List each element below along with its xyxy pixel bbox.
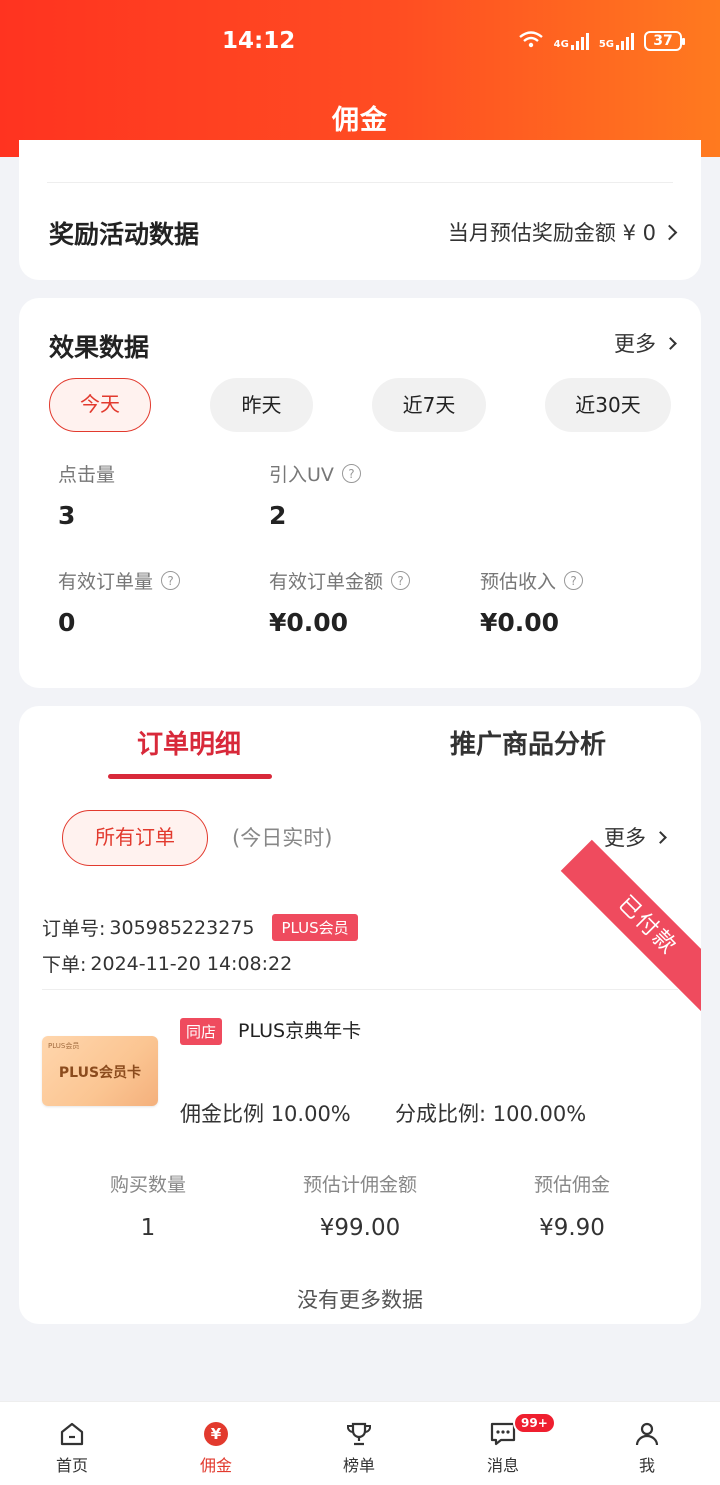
range-7days[interactable]: 近7天 bbox=[372, 378, 486, 432]
stat-value: ¥9.90 bbox=[539, 1215, 605, 1241]
nav-label: 消息 bbox=[486, 1456, 519, 1475]
stat-label: 预估计佣金额 bbox=[302, 1174, 417, 1196]
metric-label: 有效订单量 bbox=[58, 571, 154, 593]
signal-5g-icon: 5G bbox=[599, 32, 634, 50]
nav-label: 我 bbox=[638, 1456, 655, 1475]
range-30days[interactable]: 近30天 bbox=[545, 378, 671, 432]
store-badge: 同店 bbox=[180, 1018, 223, 1045]
nav-me[interactable]: 我 bbox=[602, 1402, 692, 1476]
chevron-right-icon bbox=[661, 224, 678, 240]
product-image-brand: PLUS会员 bbox=[48, 1042, 80, 1050]
stat-commissionable-amount: 预估计佣金额 ¥99.00 bbox=[260, 1170, 460, 1241]
stat-est-commission: 预估佣金 ¥9.90 bbox=[472, 1170, 672, 1241]
share-rate-value: 100.00% bbox=[492, 1102, 587, 1126]
metric-value: 2 bbox=[269, 501, 287, 530]
effect-title: 效果数据 bbox=[49, 333, 150, 362]
order-number-label: 订单号: bbox=[42, 918, 106, 940]
order-number[interactable]: 305985223275 bbox=[109, 917, 254, 939]
metric-est-income: 预估收入? ¥0.00 bbox=[480, 567, 584, 637]
tab-order-details[interactable]: 订单明细 bbox=[137, 724, 241, 761]
divider bbox=[42, 989, 678, 990]
home-icon bbox=[27, 1416, 117, 1452]
product-name[interactable]: PLUS京典年卡 bbox=[238, 1016, 361, 1043]
help-icon[interactable]: ? bbox=[341, 464, 361, 483]
nav-commission[interactable]: ¥ 佣金 bbox=[171, 1402, 261, 1476]
status-icons: 4G 5G 37 bbox=[518, 30, 685, 51]
commission-rate-value: 10.00% bbox=[270, 1102, 351, 1126]
share-rate-label: 分成比例: bbox=[395, 1102, 487, 1126]
divider bbox=[47, 182, 673, 183]
effect-more-button[interactable]: 更多 bbox=[614, 328, 677, 358]
bottom-nav: 首页 ¥ 佣金 榜单 99+ 消息 我 bbox=[0, 1401, 720, 1485]
more-label: 更多 bbox=[604, 826, 646, 850]
order-time-row: 下单: 2024-11-20 14:08:22 bbox=[42, 950, 292, 977]
help-icon[interactable]: ? bbox=[564, 571, 584, 590]
commission-rate: 佣金比例 10.00% bbox=[180, 1098, 351, 1128]
message-count-badge: 99+ bbox=[513, 1412, 556, 1434]
metric-value: ¥0.00 bbox=[269, 608, 349, 637]
orders-more-button[interactable]: 更多 bbox=[604, 822, 667, 852]
profile-icon bbox=[602, 1416, 692, 1452]
plus-member-badge: PLUS会员 bbox=[272, 914, 358, 941]
reward-title: 奖励活动数据 bbox=[49, 220, 200, 249]
trophy-icon bbox=[314, 1416, 404, 1452]
stat-label: 预估佣金 bbox=[533, 1174, 610, 1196]
metric-label: 有效订单金额 bbox=[269, 571, 384, 593]
metric-value: ¥0.00 bbox=[480, 608, 560, 637]
signal-4g-icon: 4G bbox=[554, 32, 589, 50]
battery-icon: 37 bbox=[644, 30, 685, 51]
stat-quantity: 购买数量 1 bbox=[48, 1170, 248, 1241]
stat-value: 1 bbox=[140, 1215, 156, 1241]
commission-rate-label: 佣金比例 bbox=[180, 1102, 264, 1126]
chevron-right-icon bbox=[654, 830, 667, 844]
help-icon[interactable]: ? bbox=[391, 571, 411, 590]
metric-value: 0 bbox=[58, 608, 76, 637]
wifi-icon bbox=[518, 30, 544, 51]
more-label: 更多 bbox=[614, 332, 656, 356]
stat-value: ¥99.00 bbox=[319, 1215, 401, 1241]
reward-summary-link[interactable]: 当月预估奖励金额 ¥ 0 bbox=[447, 217, 678, 247]
range-selector: 今天 昨天 近7天 近30天 bbox=[49, 378, 671, 432]
nav-label: 佣金 bbox=[199, 1456, 232, 1475]
app-header: 14:12 4G 5G 37 佣金 bbox=[0, 0, 720, 157]
tab-indicator bbox=[108, 774, 272, 779]
range-today[interactable]: 今天 bbox=[49, 378, 151, 432]
tab-product-analysis[interactable]: 推广商品分析 bbox=[450, 724, 606, 761]
metric-label: 点击量 bbox=[58, 464, 116, 486]
metric-value: 3 bbox=[58, 501, 76, 530]
order-time-label: 下单: bbox=[42, 954, 87, 976]
realtime-label: (今日实时) bbox=[232, 826, 333, 850]
nav-label: 榜单 bbox=[342, 1456, 375, 1475]
order-number-row: 订单号: 305985223275 PLUS会员 bbox=[42, 914, 358, 941]
yen-coin-icon: ¥ bbox=[171, 1416, 261, 1452]
nav-home[interactable]: 首页 bbox=[27, 1402, 117, 1476]
orders-card: 订单明细 推广商品分析 所有订单 (今日实时) 更多 已付款 订单号: 3059… bbox=[19, 706, 701, 1324]
chevron-right-icon bbox=[664, 336, 677, 350]
svg-text:¥: ¥ bbox=[211, 1425, 222, 1443]
all-orders-filter[interactable]: 所有订单 bbox=[62, 810, 208, 866]
page-title: 佣金 bbox=[332, 105, 388, 136]
reward-summary: 当月预估奖励金额 ¥ 0 bbox=[447, 221, 656, 245]
stat-label: 购买数量 bbox=[109, 1174, 186, 1196]
nav-ranking[interactable]: 榜单 bbox=[314, 1402, 404, 1476]
range-yesterday[interactable]: 昨天 bbox=[210, 378, 313, 432]
product-image[interactable]: PLUS会员 PLUS会员卡 bbox=[42, 1036, 158, 1106]
share-rate: 分成比例: 100.00% bbox=[395, 1098, 586, 1128]
nav-messages[interactable]: 99+ 消息 bbox=[458, 1402, 556, 1476]
metric-uv: 引入UV? 2 bbox=[269, 460, 361, 530]
order-status-ribbon: 已付款 bbox=[560, 839, 701, 1013]
reward-card: 奖励活动数据 当月预估奖励金额 ¥ 0 bbox=[19, 140, 701, 280]
metric-valid-amount: 有效订单金额? ¥0.00 bbox=[269, 567, 411, 637]
effect-card: 效果数据 更多 今天 昨天 近7天 近30天 点击量 3 引入UV? 2 有效订… bbox=[19, 298, 701, 688]
order-time: 2024-11-20 14:08:22 bbox=[90, 952, 293, 975]
metric-valid-orders: 有效订单量? 0 bbox=[58, 567, 181, 637]
help-icon[interactable]: ? bbox=[161, 571, 181, 590]
no-more-data: 没有更多数据 bbox=[297, 1288, 423, 1312]
metric-clicks: 点击量 3 bbox=[58, 460, 115, 530]
metric-label: 预估收入 bbox=[480, 571, 557, 593]
status-time: 14:12 bbox=[222, 28, 296, 54]
metric-label: 引入UV bbox=[269, 464, 334, 486]
product-image-title: PLUS会员卡 bbox=[58, 1065, 142, 1081]
nav-label: 首页 bbox=[55, 1456, 88, 1475]
